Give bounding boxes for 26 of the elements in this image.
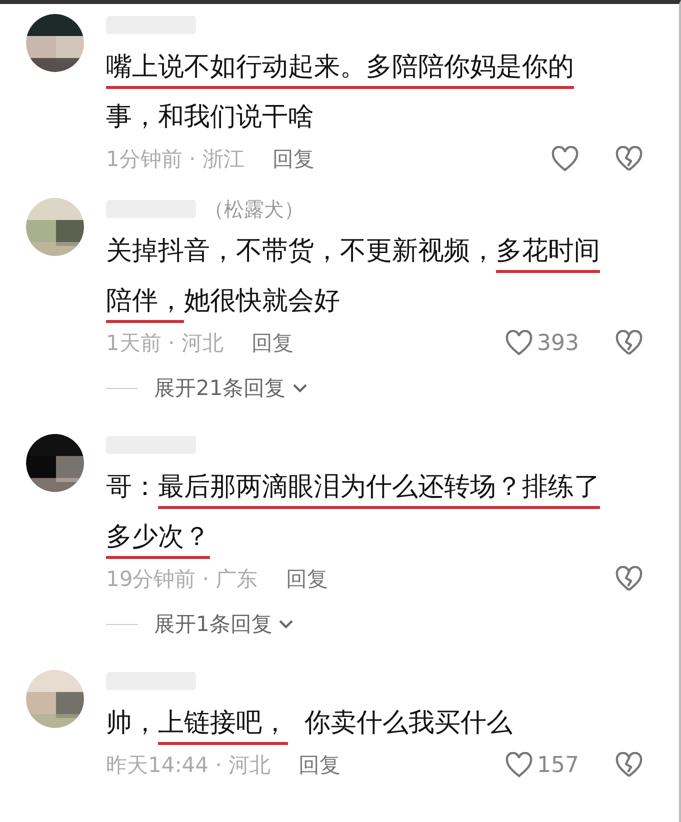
expand-replies-link[interactable]: 展开1条回复 <box>154 610 272 638</box>
chevron-down-icon[interactable] <box>292 383 308 393</box>
like-count: 393 <box>537 330 579 356</box>
expand-replies-link[interactable]: 展开21条回复 <box>154 374 286 402</box>
heart-icon[interactable] <box>551 146 579 172</box>
like-count: 157 <box>537 752 579 778</box>
reply-link[interactable]: 回复 <box>272 145 314 173</box>
comment-meta: 19分钟前 · 广东 <box>106 566 258 593</box>
comment-meta: 昨天14:44 · 河北 <box>106 752 271 779</box>
username[interactable]: （松露犬） <box>204 196 304 222</box>
broken-heart-icon[interactable] <box>615 330 643 356</box>
reply-link[interactable]: 回复 <box>251 329 294 357</box>
broken-heart-icon[interactable] <box>615 752 643 778</box>
comment-text: 关掉抖音，不带货，不更新视频，多花时间 陪伴，她很快就会好 <box>106 226 643 326</box>
comment-text: 哥：最后那两滴眼泪为什么还转场？排练了 多少次？ <box>106 462 643 562</box>
comment-text: 嘴上说不如行动起来。多陪陪你妈是你的 事，和我们说干啥 <box>106 51 575 134</box>
reply-link[interactable]: 回复 <box>286 565 328 593</box>
heart-icon[interactable] <box>505 752 533 778</box>
heart-icon[interactable] <box>505 330 533 356</box>
comment-text: 帅，上链接吧， 你卖什么我买什么 <box>106 698 643 748</box>
broken-heart-icon[interactable] <box>615 566 643 592</box>
reply-link[interactable]: 回复 <box>298 751 341 779</box>
chevron-down-icon[interactable] <box>278 619 294 629</box>
comment-meta: 1天前 · 河北 <box>106 330 224 357</box>
comment-meta: 1分钟前 · 浙江 <box>106 146 244 173</box>
broken-heart-icon[interactable] <box>615 146 643 172</box>
